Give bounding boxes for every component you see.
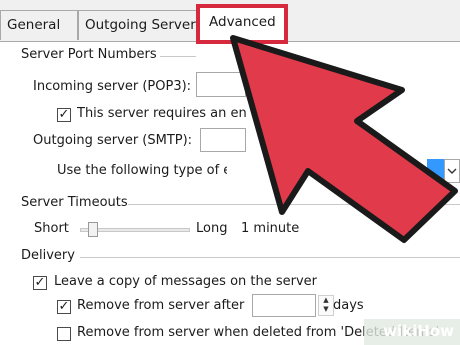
annotation-arrow	[230, 35, 458, 243]
red-arrow-icon	[230, 35, 458, 243]
watermark-text: wikiHow	[383, 322, 454, 340]
watermark: wikiHow	[364, 319, 460, 345]
